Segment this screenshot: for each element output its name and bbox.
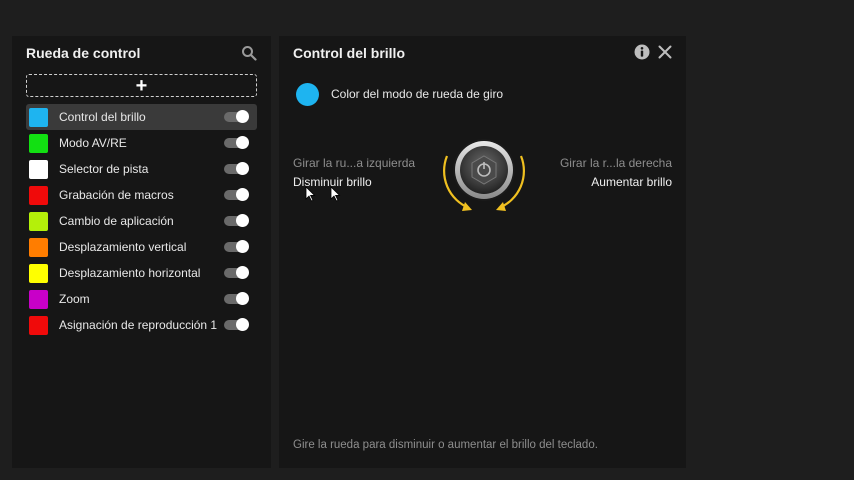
info-icon[interactable] [634,44,650,60]
plus-icon: + [135,74,148,97]
enable-toggle[interactable] [224,240,249,253]
list-item-label: Control del brillo [59,110,146,124]
enable-toggle[interactable] [224,266,249,279]
enable-toggle[interactable] [224,292,249,305]
list-item[interactable]: Zoom [26,286,257,312]
enable-toggle[interactable] [224,318,249,331]
rotate-right-hint: Girar la r...la derecha [559,156,672,170]
toggle-knob [236,110,249,123]
toggle-knob [236,188,249,201]
list-item[interactable]: Cambio de aplicación [26,208,257,234]
search-icon[interactable] [241,45,257,61]
toggle-knob [236,240,249,253]
mode-color-swatch[interactable] [296,83,319,106]
list-item-label: Desplazamiento horizontal [59,266,201,280]
toggle-knob [236,162,249,175]
toggle-knob [236,214,249,227]
list-item[interactable]: Modo AV/RE [26,130,257,156]
panel-title: Control del brillo [293,45,405,61]
enable-toggle[interactable] [224,162,249,175]
brightness-control-panel: Control del brillo Color del modo de rue… [279,36,686,468]
cursor-icon [305,186,316,202]
color-swatch [29,263,48,283]
control-wheel-dial-icon [443,139,525,211]
rotate-right-action[interactable]: Aumentar brillo [591,175,672,189]
add-function-button[interactable]: + [26,74,257,97]
list-item-label: Selector de pista [59,162,149,176]
color-swatch [29,133,48,153]
color-swatch [29,185,48,205]
cursor-icon [330,186,341,202]
toggle-knob [236,318,249,331]
help-text: Gire la rueda para disminuir o aumentar … [293,439,598,451]
toggle-knob [236,136,249,149]
control-wheel-panel: Rueda de control + Control del brillo Mod… [12,36,271,468]
enable-toggle[interactable] [224,136,249,149]
list-item[interactable]: Selector de pista [26,156,257,182]
list-item-label: Desplazamiento vertical [59,240,187,254]
function-list: Control del brillo Modo AV/RE Selector de … [26,104,257,338]
enable-toggle[interactable] [224,188,249,201]
list-item-label: Grabación de macros [59,188,174,202]
panel-title: Rueda de control [26,45,141,61]
list-item-label: Modo AV/RE [59,136,127,150]
color-swatch [29,237,48,257]
color-swatch [29,289,48,309]
list-item-label: Zoom [59,292,90,306]
toggle-knob [236,266,249,279]
enable-toggle[interactable] [224,214,249,227]
list-item-label: Cambio de aplicación [59,214,174,228]
color-swatch [29,159,48,179]
list-item[interactable]: Grabación de macros [26,182,257,208]
list-item[interactable]: Desplazamiento vertical [26,234,257,260]
color-swatch [29,211,48,231]
mode-color-label: Color del modo de rueda de giro [331,87,504,101]
list-item[interactable]: Asignación de reproducción 1 [26,312,257,338]
close-icon[interactable] [657,44,673,60]
list-item[interactable]: Desplazamiento horizontal [26,260,257,286]
color-swatch [29,315,48,335]
rotate-left-hint: Girar la ru...a izquierda [293,156,416,170]
enable-toggle[interactable] [224,110,249,123]
toggle-knob [236,292,249,305]
list-item[interactable]: Control del brillo [26,104,257,130]
list-item-label: Asignación de reproducción 1 [59,318,218,332]
color-swatch [29,107,48,127]
